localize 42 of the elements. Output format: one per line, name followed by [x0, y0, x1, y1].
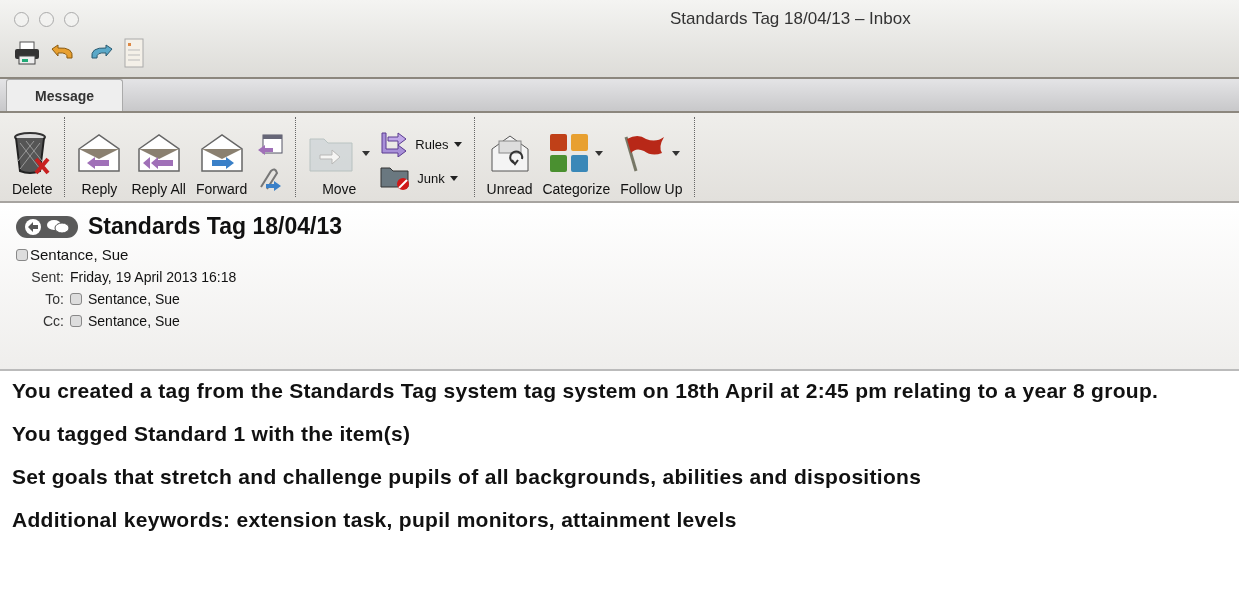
- calendar-reply-icon[interactable]: [257, 133, 284, 157]
- printer-icon[interactable]: [14, 41, 40, 65]
- body-paragraph: You created a tag from the Standards Tag system tag system on 18th April at 2:45 pm relating to a year 8 group.: [12, 379, 1160, 403]
- body-paragraph: You tagged Standard 1 with the item(s): [12, 422, 412, 446]
- ribbon-button[interactable]: Reply: [77, 127, 122, 197]
- envelope-reply-icon: [77, 133, 122, 173]
- conversation-icon[interactable]: [46, 218, 70, 235]
- field-label: Sent:: [30, 269, 64, 285]
- menu-button[interactable]: Rules: [380, 131, 462, 157]
- ribbon-button[interactable]: Delete: [12, 127, 53, 197]
- recipient-name[interactable]: Sentance, Sue: [88, 313, 180, 329]
- caret-icon: [449, 175, 458, 181]
- body-paragraph: Set goals that stretch and challenge pupils of all backgrounds, abilities and dispositions: [12, 465, 923, 489]
- message-subject: Standards Tag 18/04/13: [88, 213, 342, 240]
- flag-icon: [622, 133, 667, 173]
- sent-date: Friday, 19 April 2013 16:18: [70, 269, 237, 285]
- navigation-pill[interactable]: [16, 215, 78, 238]
- presence-icon: [70, 315, 82, 327]
- field-label: To:: [44, 291, 64, 307]
- menu-button[interactable]: Move: [308, 127, 371, 197]
- ribbon-button[interactable]: Reply All: [131, 127, 186, 197]
- presence-icon: [70, 293, 82, 305]
- ribbon-button[interactable]: Unread: [486, 127, 533, 197]
- ribbon-button[interactable]: Forward: [195, 127, 248, 197]
- envelope-forward-icon: [199, 133, 244, 173]
- caret-icon: [362, 150, 371, 156]
- sender-name[interactable]: Sentance, Sue: [30, 246, 129, 263]
- presence-icon: [16, 248, 28, 261]
- caret-icon: [672, 150, 681, 156]
- caret-icon: [453, 141, 462, 147]
- menu-button[interactable]: Junk: [380, 165, 462, 191]
- menu-button[interactable]: Categorize: [542, 127, 611, 197]
- open-envelope-icon: [489, 133, 530, 173]
- window-title: Standards Tag 18/04/13 – Inbox: [670, 9, 911, 29]
- envelope-reply-all-icon: [136, 133, 181, 173]
- color-squares-icon: [549, 133, 590, 173]
- caret-icon: [595, 150, 604, 156]
- recipient-name[interactable]: Sentance, Sue: [88, 291, 180, 307]
- field-label: Cc:: [42, 313, 64, 329]
- ribbon-tab[interactable]: Message: [6, 79, 124, 111]
- menu-button[interactable]: Follow Up: [620, 127, 683, 197]
- body-paragraph: Additional keywords: extension task, pupil monitors, attainment levels: [12, 508, 738, 532]
